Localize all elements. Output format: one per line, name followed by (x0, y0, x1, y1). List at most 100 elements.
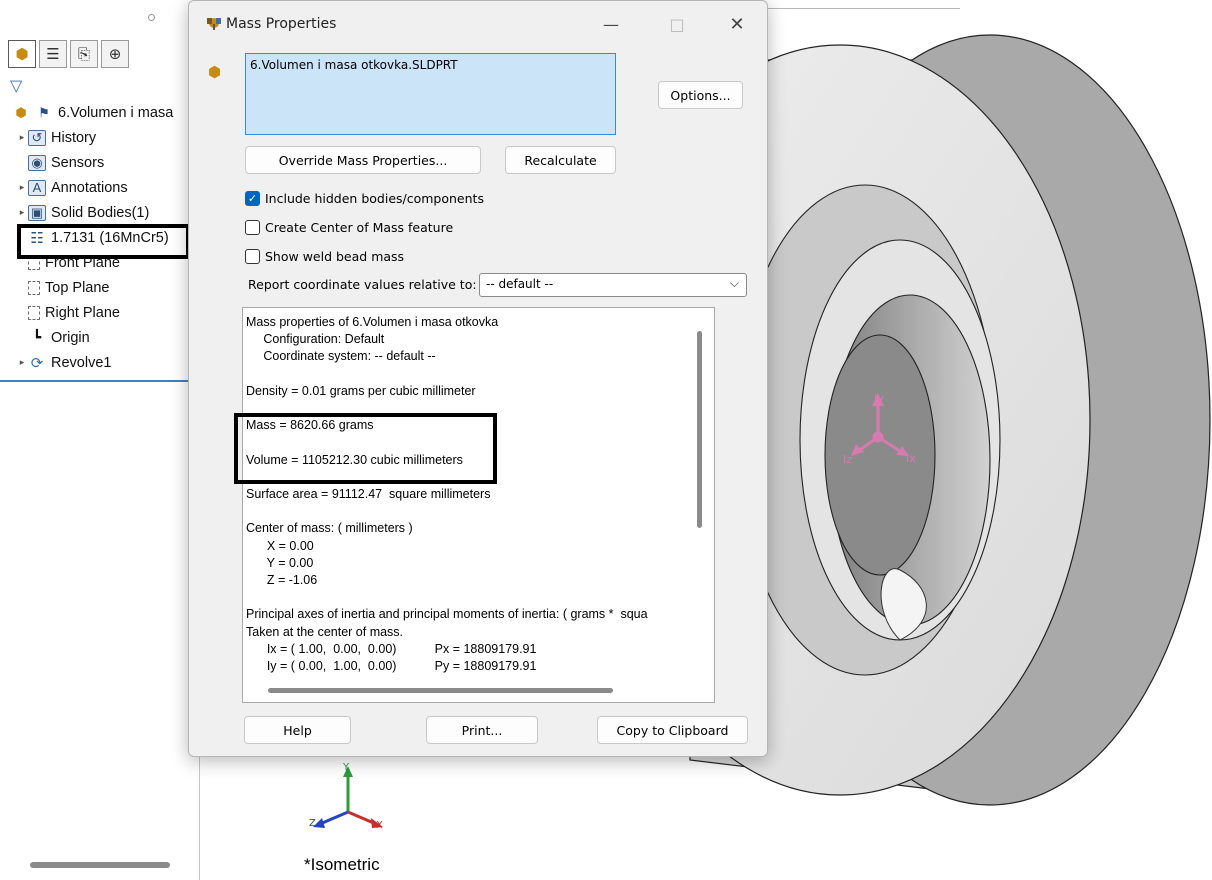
results-line: X = 0.00 (246, 538, 314, 553)
triad-y-label: Y (343, 762, 350, 773)
dialog-titlebar[interactable]: Mass Properties — □ ✕ (189, 1, 767, 45)
checkbox-label: Include hidden bodies/components (265, 190, 484, 206)
plane-icon (28, 280, 40, 295)
results-line: Z = -1.06 (246, 573, 318, 588)
print-button[interactable]: Print... (426, 716, 538, 744)
results-line: Ix = ( 1.00, 0.00, 0.00) Px = 18809179.9… (246, 641, 537, 656)
solid-bodies-icon: ▣ (28, 204, 46, 221)
results-line: Taken at the center of mass. (246, 624, 404, 639)
dialog-title: Mass Properties (226, 16, 337, 32)
part-icon: ⬢ (15, 45, 29, 63)
create-com-checkbox-row[interactable]: Create Center of Mass feature (245, 218, 453, 236)
results-line: Principal axes of inertia and principal … (246, 607, 648, 622)
scale-icon (207, 18, 221, 30)
coordinate-system-select[interactable]: -- default -- ⌵ (479, 273, 747, 297)
svg-text:Iz: Iz (843, 453, 852, 466)
options-button[interactable]: Options... (658, 81, 743, 109)
manager-tabs: ⬢ ☰ ⎘ ⊕ (8, 40, 129, 68)
results-lines: Mass properties of 6.Volumen i masa otko… (246, 314, 648, 675)
results-line: Surface area = 91112.47 square millimete… (246, 487, 491, 502)
create-com-checkbox[interactable] (245, 219, 260, 235)
mass-properties-dialog: Mass Properties — □ ✕ ⬢ 6.Volumen i masa… (188, 0, 768, 757)
panel-grip-icon[interactable] (148, 14, 155, 21)
minimize-button[interactable]: — (589, 9, 633, 39)
triad-x-label: X (376, 820, 383, 831)
selection-part-icon: ⬢ (208, 63, 222, 81)
configuration-icon: ⎘ (77, 45, 90, 63)
override-mass-properties-button[interactable]: Override Mass Properties... (245, 146, 481, 174)
checkbox-label: Show weld bead mass (265, 248, 405, 264)
include-hidden-checkbox[interactable]: ✓ (245, 190, 260, 206)
results-line: Iy = ( 0.00, 1.00, 0.00) Py = 18809179.9… (246, 659, 537, 674)
crosshair-icon: ⊕ (108, 45, 122, 63)
app-window: Iy Iz Ix Y Z X *Isometric ⬢ ☰ ⎘ ⊕ ▽ ⬢ ⚑ (0, 0, 1212, 880)
tree-item-solid-bodies[interactable]: ▸ ▣ Solid Bodies(1) (0, 200, 200, 225)
help-button[interactable]: Help (244, 716, 351, 744)
display-state-icon: ⚑ (38, 104, 50, 120)
results-line: Mass properties of 6.Volumen i masa otko… (246, 315, 499, 329)
mass-volume-highlight-box (234, 413, 497, 484)
checkbox-label: Create Center of Mass feature (265, 219, 454, 235)
annotations-icon: A (28, 179, 46, 196)
results-text-area[interactable]: Mass properties of 6.Volumen i masa otko… (242, 307, 715, 703)
dimxpert-manager-tab[interactable]: ⊕ (101, 40, 129, 68)
tree-item-sensors[interactable]: ◉ Sensors (0, 150, 200, 175)
property-manager-tab[interactable]: ☰ (39, 40, 67, 68)
triad-z-label: Z (309, 818, 316, 829)
results-line: Coordinate system: -- default -- (246, 349, 436, 364)
weld-bead-checkbox[interactable] (245, 248, 260, 264)
results-line: Y = 0.00 (246, 555, 314, 570)
tree-item-label: Annotations (51, 179, 128, 196)
plane-icon (28, 305, 40, 320)
tree-item-label: Right Plane (45, 304, 120, 321)
results-line (246, 366, 648, 383)
tree-item-annotations[interactable]: ▸ A Annotations (0, 175, 200, 200)
material-highlight-box (17, 224, 190, 259)
results-vertical-scrollbar[interactable] (697, 331, 702, 528)
results-line: Configuration: Default (246, 332, 385, 347)
svg-text:Ix: Ix (906, 452, 916, 465)
property-list-icon: ☰ (46, 45, 60, 63)
tree-item-label: Origin (51, 329, 90, 346)
history-folder-icon: ↺ (28, 129, 46, 146)
tree-item-top-plane[interactable]: Top Plane (0, 275, 200, 300)
selected-items-list[interactable]: 6.Volumen i masa otkovka.SLDPRT (245, 53, 616, 135)
tree-item-origin[interactable]: ┗ Origin (0, 325, 200, 350)
svg-text:Iy: Iy (874, 392, 884, 405)
results-horizontal-scrollbar[interactable] (268, 688, 613, 693)
results-line (246, 589, 648, 606)
expand-arrow-icon[interactable]: ▸ (16, 132, 28, 143)
feature-manager-tab[interactable]: ⬢ (8, 40, 36, 68)
revolve-icon: ⟳ (30, 354, 44, 372)
tree-item-label: History (51, 129, 97, 146)
filter-icon[interactable]: ▽ (10, 76, 22, 95)
view-orientation-label: *Isometric (304, 855, 380, 874)
tree-item-part[interactable]: ⬢ ⚑ 6.Volumen i masa (0, 100, 200, 125)
expand-arrow-icon[interactable]: ▸ (16, 357, 28, 368)
tree-item-label: Revolve1 (51, 354, 112, 371)
tree-item-right-plane[interactable]: Right Plane (0, 300, 200, 325)
weld-bead-checkbox-row[interactable]: Show weld bead mass (245, 247, 404, 265)
configuration-manager-tab[interactable]: ⎘ (70, 40, 98, 68)
recalculate-button[interactable]: Recalculate (505, 146, 616, 174)
expand-arrow-icon[interactable]: ▸ (16, 207, 28, 218)
results-line (246, 503, 648, 520)
origin-icon: ┗ (32, 329, 42, 345)
selected-file[interactable]: 6.Volumen i masa otkovka.SLDPRT (250, 58, 458, 72)
expand-arrow-icon[interactable]: ▸ (16, 182, 28, 193)
copy-to-clipboard-button[interactable]: Copy to Clipboard (597, 716, 748, 744)
include-hidden-checkbox-row[interactable]: ✓ Include hidden bodies/components (245, 189, 484, 207)
tree-item-label: Sensors (51, 154, 105, 171)
results-line: Density = 0.01 grams per cubic millimete… (246, 383, 476, 398)
sensors-icon: ◉ (28, 154, 46, 171)
results-line: Center of mass: ( millimeters ) (246, 521, 413, 536)
maximize-button[interactable]: □ (655, 9, 699, 39)
part-icon: ⬢ (15, 104, 27, 120)
close-button[interactable]: ✕ (715, 9, 759, 39)
tree-item-history[interactable]: ▸ ↺ History (0, 125, 200, 150)
tree-horizontal-scrollbar[interactable] (30, 862, 170, 868)
rollback-bar[interactable] (0, 380, 200, 382)
report-coordinate-label: Report coordinate values relative to: (248, 277, 477, 292)
tree-item-revolve[interactable]: ▸ ⟳ Revolve1 (0, 350, 200, 375)
chevron-down-icon: ⌵ (729, 276, 739, 290)
